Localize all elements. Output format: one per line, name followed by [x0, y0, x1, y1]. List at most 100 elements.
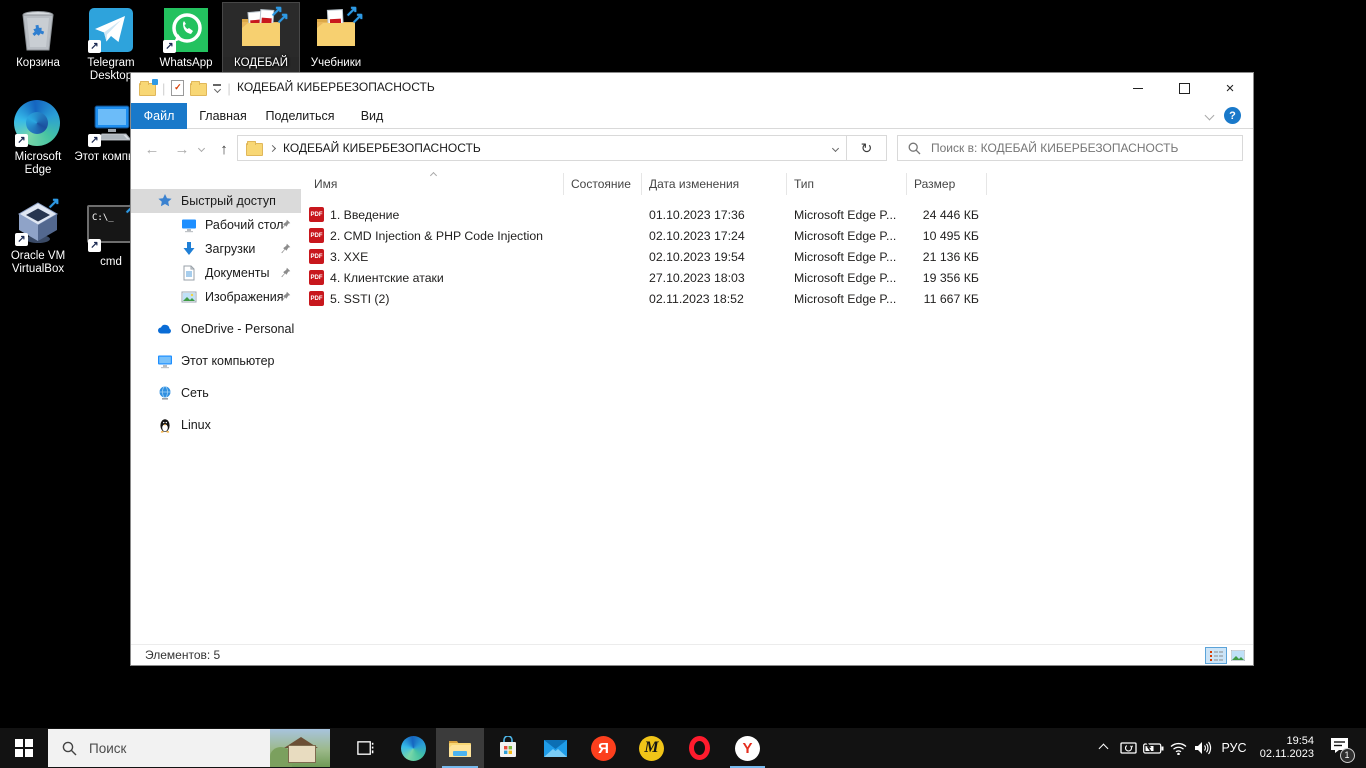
- file-row[interactable]: PDF5. SSTI (2) 02.11.2023 18:52 Microsof…: [309, 288, 1239, 309]
- language-indicator[interactable]: РУС: [1216, 728, 1252, 768]
- file-type: Microsoft Edge P...: [794, 250, 896, 264]
- search-input[interactable]: [929, 140, 1232, 156]
- desktop-icon-virtualbox[interactable]: ↗ ↗ Oracle VM VirtualBox: [0, 196, 76, 278]
- column-separator[interactable]: [986, 173, 987, 195]
- taskbar-explorer[interactable]: [436, 728, 484, 768]
- address-bar[interactable]: КОДЕБАЙ КИБЕРБЕЗОПАСНОСТЬ: [237, 135, 847, 161]
- desktop-icon-label: Microsoft Edge: [0, 151, 76, 177]
- sidebar-item-linux[interactable]: Linux: [131, 413, 301, 437]
- desktop-icon-edge[interactable]: ↗ Microsoft Edge: [0, 97, 76, 179]
- search-highlight-image[interactable]: [270, 729, 330, 767]
- pdf-file-icon: PDF: [309, 270, 324, 285]
- action-center-icon: 1: [1330, 737, 1349, 759]
- column-header-type[interactable]: Тип: [794, 177, 814, 191]
- taskbar-search-input[interactable]: [87, 740, 270, 757]
- sidebar-item-network[interactable]: Сеть: [131, 381, 301, 405]
- sidebar-item-this-pc[interactable]: Этот компьютер: [131, 349, 301, 373]
- explorer-window: | ✓ | КОДЕБАЙ КИБЕРБЕЗОПАСНОСТЬ × Файл Г…: [130, 72, 1254, 666]
- file-row[interactable]: PDF3. XXE 02.10.2023 19:54 Microsoft Edg…: [309, 246, 1239, 267]
- volume-icon[interactable]: [1190, 728, 1216, 768]
- file-row[interactable]: PDF1. Введение 01.10.2023 17:36 Microsof…: [309, 204, 1239, 225]
- task-view-button[interactable]: [342, 728, 389, 768]
- sidebar-item-documents[interactable]: Документы: [131, 261, 301, 285]
- details-view-button[interactable]: [1205, 647, 1227, 664]
- taskbar-store[interactable]: [484, 728, 531, 768]
- column-separator[interactable]: [786, 173, 787, 195]
- tray-expand-button[interactable]: [1092, 728, 1114, 768]
- thumbnail-view-button[interactable]: [1227, 647, 1249, 664]
- taskbar-opera[interactable]: [676, 728, 723, 768]
- shortcut-arrow-icon: ↗: [88, 40, 101, 53]
- opera-icon: [689, 736, 710, 760]
- column-separator[interactable]: [563, 173, 564, 195]
- back-button[interactable]: ←: [139, 129, 165, 169]
- qat-customize-icon[interactable]: [213, 84, 221, 91]
- desktop-icon-whatsapp[interactable]: ↗ WhatsApp: [148, 3, 224, 72]
- yandex-browser-icon: Y: [735, 736, 760, 761]
- folder-icon[interactable]: [190, 80, 207, 96]
- close-button[interactable]: ×: [1207, 73, 1253, 103]
- start-button[interactable]: [0, 728, 48, 768]
- column-header-name[interactable]: Имя: [314, 177, 337, 191]
- up-button[interactable]: ↑: [211, 129, 237, 169]
- sidebar-item-downloads[interactable]: Загрузки: [131, 237, 301, 261]
- column-header-modified[interactable]: Дата изменения: [649, 177, 739, 191]
- sidebar-item-quick-access[interactable]: Быстрый доступ: [131, 189, 301, 213]
- desktop-icon-label: WhatsApp: [148, 57, 224, 70]
- clock[interactable]: 19:54 02.11.2023: [1252, 735, 1314, 761]
- tab-view[interactable]: Вид: [349, 103, 395, 129]
- file-size: 10 495 КБ: [899, 229, 979, 243]
- recycle-bin-icon: [14, 6, 62, 54]
- sidebar-item-pictures[interactable]: Изображения: [131, 285, 301, 309]
- column-header-size[interactable]: Размер: [914, 177, 955, 191]
- tab-share[interactable]: Поделиться: [259, 103, 341, 129]
- tab-home[interactable]: Главная: [192, 103, 254, 129]
- desktop-icon-label: Oracle VM VirtualBox: [0, 250, 76, 276]
- taskbar-edge[interactable]: [390, 728, 437, 768]
- column-header-status[interactable]: Состояние: [571, 177, 631, 191]
- taskbar-m-browser[interactable]: M: [628, 728, 675, 768]
- whatsapp-icon: ↗: [162, 6, 210, 54]
- sidebar-item-label: Быстрый доступ: [181, 194, 276, 208]
- desktop-icon-uchebniki[interactable]: ↗ ↗ Учебники: [298, 3, 374, 72]
- taskbar-yandex[interactable]: Я: [580, 728, 627, 768]
- edge-icon: [401, 736, 426, 761]
- refresh-button[interactable]: ↻: [847, 135, 887, 161]
- file-name: 3. XXE: [330, 250, 368, 264]
- battery-icon[interactable]: [1140, 728, 1166, 768]
- sidebar-item-onedrive[interactable]: OneDrive - Personal: [131, 317, 301, 341]
- new-folder-icon[interactable]: [139, 80, 156, 96]
- recent-locations-icon[interactable]: [198, 145, 205, 152]
- address-dropdown-icon[interactable]: [832, 144, 839, 151]
- action-center-button[interactable]: 1: [1322, 728, 1356, 768]
- taskbar-mail[interactable]: [532, 728, 579, 768]
- file-row[interactable]: PDF2. CMD Injection & PHP Code Injection…: [309, 225, 1239, 246]
- search-box[interactable]: [897, 135, 1243, 161]
- maximize-button[interactable]: [1161, 73, 1207, 103]
- desktop-icon-recycle-bin[interactable]: Корзина: [0, 3, 76, 72]
- taskbar-yandex-browser[interactable]: Y: [724, 728, 771, 768]
- forward-button[interactable]: →: [169, 129, 195, 169]
- sidebar-item-label: Сеть: [181, 386, 209, 400]
- sidebar-item-desktop[interactable]: Рабочий стол: [131, 213, 301, 237]
- minimize-button[interactable]: [1115, 73, 1161, 103]
- file-modified: 02.10.2023 17:24: [649, 229, 745, 243]
- tab-file[interactable]: Файл: [131, 103, 187, 129]
- wifi-icon[interactable]: [1166, 728, 1190, 768]
- properties-icon[interactable]: ✓: [171, 80, 184, 96]
- desktop-icon-kodebay[interactable]: ↗ ↗ КОДЕБАЙ: [223, 3, 299, 72]
- address-row: ← → ↑ КОДЕБАЙ КИБЕРБЕЗОПАСНОСТЬ ↻: [131, 129, 1253, 169]
- folder-pdf-icon: ↗ ↗: [237, 6, 285, 54]
- ribbon-collapse-icon[interactable]: [1205, 111, 1215, 121]
- virtualbox-icon: ↗ ↗: [14, 199, 62, 247]
- file-row[interactable]: PDF4. Клиентские атаки 27.10.2023 18:03 …: [309, 267, 1239, 288]
- taskbar-search[interactable]: [48, 729, 330, 767]
- column-separator[interactable]: [906, 173, 907, 195]
- onedrive-cloud-icon: [157, 321, 173, 337]
- status-bar: Элементов: 5: [131, 644, 1253, 665]
- quick-access-toolbar: | ✓ |: [139, 78, 231, 98]
- column-separator[interactable]: [641, 173, 642, 195]
- cast-icon[interactable]: [1116, 728, 1140, 768]
- file-name-cell: PDF1. Введение: [309, 207, 399, 222]
- help-button[interactable]: ?: [1224, 107, 1241, 124]
